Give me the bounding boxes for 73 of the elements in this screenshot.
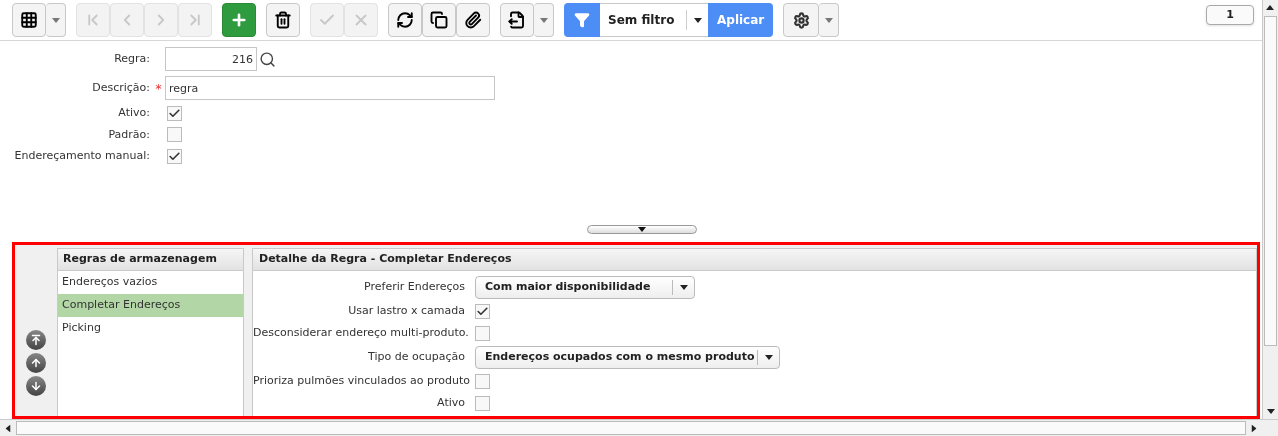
plus-icon [230,11,248,29]
grid-icon [20,11,38,29]
checkbox[interactable] [475,373,490,389]
required-mark: * [155,81,162,95]
caret-icon [1251,424,1257,432]
field-label: Descrição: [91,79,151,96]
field-label: Usar lastro x camada [347,302,466,319]
list-header: Regras de armazenagem [58,249,243,271]
page-badge: 1 [1206,5,1254,25]
filter-button[interactable] [564,3,600,37]
settings-icon [792,11,810,29]
dropdown-button[interactable] [819,3,840,37]
grid-button[interactable] [12,3,46,37]
dropdown-button[interactable] [534,3,554,37]
checkbox[interactable] [475,325,490,341]
search-icon[interactable] [259,50,276,68]
settings-button[interactable] [783,3,820,37]
check-icon [168,149,181,163]
move-up-button[interactable] [26,353,46,373]
move-up-icon [30,357,42,369]
copy-button[interactable] [422,3,456,37]
caret-icon [539,17,548,23]
refresh-button[interactable] [388,3,422,37]
caret-icon [1266,408,1275,414]
select-field[interactable]: Com maior disponibilidade [475,275,695,299]
rule-list-item[interactable]: Completar Endereços [58,294,243,317]
check-icon [476,304,489,318]
horizontal-scrollbar[interactable] [0,419,1278,436]
paperclip-icon [464,11,482,29]
checkbox[interactable] [475,303,490,319]
move-top-icon [30,334,42,346]
delete-button[interactable] [266,3,300,37]
filter-icon [574,12,590,28]
checkbox[interactable] [167,127,182,143]
field-label: Padrão: [107,126,151,143]
attach-button[interactable] [456,3,490,37]
refresh-icon [396,11,414,29]
caret-icon [638,227,646,232]
field-label: Endereçamento manual: [13,148,151,164]
field-label: Regra: [113,50,151,67]
caret-icon [1266,5,1275,11]
field-label: Ativo: [117,105,151,121]
field-label: Desconsiderar endereço multi-produto. [253,324,470,341]
move-down-icon [30,380,42,392]
rule-number-field[interactable]: 216 [165,47,257,71]
field-label: Preferir Endereços [363,278,466,295]
move-down-button[interactable] [26,376,46,396]
select-field[interactable]: Endereços ocupados com o mesmo produto [475,345,780,369]
caret-icon [764,354,773,360]
caret-icon [693,17,702,23]
field-label: Tipo de ocupação [367,348,466,365]
panel-title: Detalhe da Regra - Completar Endereços [253,249,1256,271]
description-field[interactable]: regra [165,76,495,100]
trash-icon [274,11,292,29]
caret-icon [679,284,688,290]
caret-icon [51,17,60,23]
dropdown-button[interactable] [46,3,66,37]
caret-icon [5,424,11,432]
export-button[interactable] [500,3,534,37]
checkbox[interactable] [167,148,182,164]
field-label: Ativo [436,394,466,411]
splitter-handle[interactable] [587,225,697,234]
caret-icon [824,17,833,23]
move-top-button[interactable] [26,330,46,350]
field-label: Prioriza pulmões vinculados ao produto [253,372,472,389]
filter-select[interactable]: Sem filtro [600,3,708,37]
checkbox[interactable] [475,395,490,411]
add-button[interactable] [222,3,256,37]
vertical-scrollbar[interactable] [1262,0,1278,419]
checkbox[interactable] [167,105,182,121]
copy-icon [430,11,448,29]
check-icon [168,106,181,120]
export-icon [508,11,526,29]
